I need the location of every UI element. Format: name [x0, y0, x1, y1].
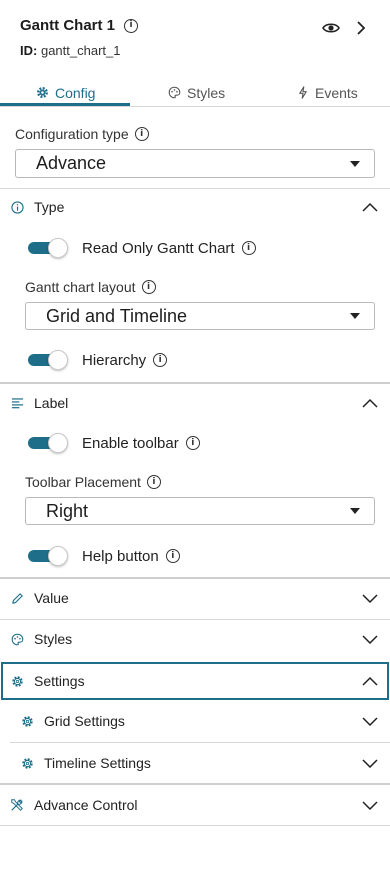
tab-events[interactable]: Events — [297, 78, 358, 107]
help-toggle[interactable] — [28, 544, 68, 568]
align-left-icon — [10, 396, 24, 410]
timeline-settings-header[interactable]: Timeline Settings — [10, 743, 390, 783]
info-icon[interactable]: i — [165, 549, 180, 563]
dropdown-caret-icon — [350, 508, 360, 514]
help-toggle-row: Help button i — [28, 544, 180, 568]
chevron-up-icon — [362, 676, 378, 686]
hierarchy-label: Hierarchy — [82, 351, 147, 369]
tab-styles[interactable]: Styles — [168, 78, 225, 107]
config-type-select[interactable]: Advance — [15, 149, 375, 178]
tab-styles-label: Styles — [187, 84, 226, 101]
id-label: ID: — [20, 43, 38, 58]
eye-icon[interactable] — [322, 20, 340, 36]
info-icon[interactable]: i — [185, 436, 200, 450]
id-value: gantt_chart_1 — [40, 43, 121, 58]
config-type-value: Advance — [36, 153, 107, 173]
divider — [0, 783, 390, 785]
hierarchy-toggle-row: Hierarchy i — [28, 348, 168, 372]
gear-icon — [37, 87, 48, 98]
chevron-down-icon — [362, 759, 378, 768]
panel-title-text: Gantt Chart 1 — [20, 17, 116, 34]
chevron-down-icon — [362, 594, 378, 603]
panel-title: Gantt Chart 1 i — [20, 17, 139, 34]
section-advance-header[interactable]: Advance Control — [0, 787, 390, 823]
help-label: Help button — [82, 547, 159, 565]
toolbar-label: Enable toolbar — [82, 434, 179, 452]
toolbar-toggle[interactable] — [28, 431, 68, 455]
dropdown-caret-icon — [350, 160, 360, 167]
section-advance-title: Advance Control — [34, 797, 138, 813]
read-only-toggle-row: Read Only Gantt Chart i — [28, 236, 256, 260]
info-icon[interactable]: i — [146, 475, 161, 489]
chevron-up-icon — [362, 202, 378, 212]
info-circle-icon — [10, 200, 24, 214]
layout-label: Gantt chart layout i — [25, 279, 156, 295]
bolt-icon — [299, 86, 307, 99]
active-tab-indicator — [0, 103, 130, 106]
tools-icon — [10, 798, 24, 812]
placement-label-text: Toolbar Placement — [25, 474, 141, 490]
config-type-label-text: Configuration type — [15, 126, 129, 142]
info-icon[interactable]: i — [153, 353, 168, 367]
grid-settings-header[interactable]: Grid Settings — [10, 701, 390, 741]
component-id: ID: gantt_chart_1 — [20, 43, 120, 58]
gear-icon — [20, 714, 34, 728]
info-icon[interactable]: i — [141, 280, 156, 294]
section-type-header[interactable]: Type — [0, 189, 390, 225]
toolbar-toggle-row: Enable toolbar i — [28, 431, 200, 455]
grid-settings-title: Grid Settings — [44, 713, 125, 729]
divider — [0, 577, 390, 579]
tab-config-label: Config — [55, 84, 96, 101]
chevron-right-icon[interactable] — [354, 20, 368, 36]
layout-select[interactable]: Grid and Timeline — [25, 302, 375, 330]
palette-icon — [168, 86, 181, 99]
divider — [0, 619, 390, 620]
section-settings-title: Settings — [34, 673, 85, 689]
section-value-title: Value — [34, 590, 69, 606]
layout-value: Grid and Timeline — [46, 305, 188, 326]
hierarchy-toggle[interactable] — [28, 348, 68, 372]
section-styles-title: Styles — [34, 631, 73, 647]
section-type-title: Type — [34, 199, 65, 215]
placement-value: Right — [46, 500, 89, 521]
read-only-toggle[interactable] — [28, 236, 68, 260]
palette-icon — [10, 632, 24, 646]
tab-events-label: Events — [315, 84, 358, 101]
config-type-label: Configuration type i — [15, 126, 149, 142]
gear-icon — [10, 674, 24, 688]
layout-label-text: Gantt chart layout — [25, 279, 136, 295]
section-settings-header[interactable]: Settings — [0, 663, 390, 699]
dropdown-caret-icon — [350, 313, 360, 319]
divider — [0, 382, 390, 384]
section-label-title: Label — [34, 395, 69, 411]
info-icon[interactable]: i — [134, 127, 149, 141]
chevron-up-icon — [362, 398, 378, 408]
section-styles-header[interactable]: Styles — [0, 621, 390, 657]
section-value-header[interactable]: Value — [0, 580, 390, 616]
placement-select[interactable]: Right — [25, 497, 375, 525]
section-label-header[interactable]: Label — [0, 385, 390, 421]
chevron-down-icon — [362, 801, 378, 810]
info-icon[interactable]: i — [124, 18, 139, 33]
info-icon[interactable]: i — [241, 241, 256, 255]
chevron-down-icon — [362, 635, 378, 644]
read-only-label: Read Only Gantt Chart — [82, 239, 235, 257]
timeline-settings-title: Timeline Settings — [44, 755, 151, 771]
pencil-icon — [10, 591, 24, 605]
chevron-down-icon — [362, 717, 378, 726]
gear-icon — [20, 756, 34, 770]
divider — [0, 825, 390, 826]
placement-label: Toolbar Placement i — [25, 474, 161, 490]
